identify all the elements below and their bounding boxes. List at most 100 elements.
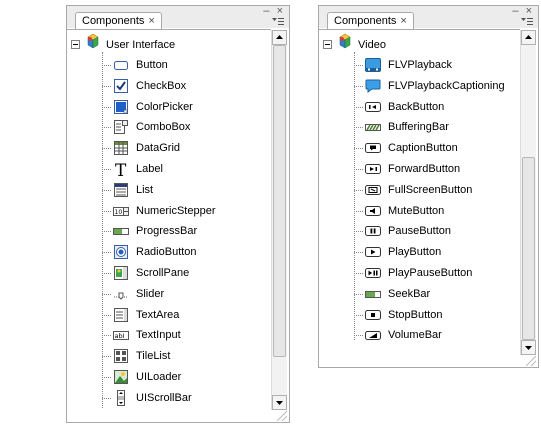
components-cube-icon xyxy=(85,33,101,55)
tree-branch-line xyxy=(354,314,363,316)
numericstepper-icon: 10 xyxy=(113,206,129,216)
component-item-label: VolumeBar xyxy=(388,329,442,342)
tab-components[interactable]: Components × xyxy=(75,12,162,29)
scroll-thumb[interactable] xyxy=(273,45,286,357)
progressbar-icon xyxy=(113,228,129,236)
checkbox-icon xyxy=(114,78,128,93)
scroll-down-button[interactable] xyxy=(521,340,536,355)
datagrid-icon xyxy=(114,141,128,156)
panel-menu-icon[interactable] xyxy=(521,18,533,27)
component-item-label: UILoader xyxy=(136,371,182,383)
tree-branch-line xyxy=(102,293,111,295)
tree-branch-line xyxy=(354,210,363,212)
collapse-icon[interactable] xyxy=(323,39,332,49)
component-item-label: PauseButton xyxy=(388,225,451,238)
tree-branch-line xyxy=(102,397,111,399)
tree-branch-line xyxy=(102,189,111,191)
tree-branch-line xyxy=(102,85,111,87)
combobox-icon xyxy=(114,120,128,135)
components-panel-user-interface: Components × – × User Interface Button Che… xyxy=(66,5,290,423)
captioning-icon xyxy=(365,79,381,93)
tree-branch-line xyxy=(354,252,363,254)
seekbar-icon xyxy=(365,290,381,298)
component-item-label: SeekBar xyxy=(388,287,431,300)
component-item-label: ColorPicker xyxy=(136,100,193,113)
tree-branch-line xyxy=(102,314,111,316)
tree-branch-line xyxy=(354,273,363,274)
tab-close-icon[interactable]: × xyxy=(148,15,154,27)
component-tree: User Interface Button CheckBox ColorPicker… xyxy=(67,29,271,422)
collapse-icon[interactable] xyxy=(71,39,80,49)
svg-text:abI: abI xyxy=(115,332,125,340)
stop-button-icon xyxy=(365,309,381,320)
tree-branch-line xyxy=(354,169,363,170)
caption-button-icon xyxy=(365,143,381,154)
uiloader-icon xyxy=(114,370,128,384)
textarea-icon xyxy=(114,307,128,322)
slider-icon xyxy=(114,292,128,300)
tree-branch-line xyxy=(102,106,111,108)
component-item-label: NumericStepper xyxy=(136,204,216,217)
tree-branch-line xyxy=(354,189,363,191)
component-item-label: PlayPauseButton xyxy=(388,267,473,279)
resize-grip[interactable] xyxy=(277,411,287,421)
arrow-up-icon xyxy=(276,35,283,39)
playpause-button-icon xyxy=(365,268,381,278)
scroll-up-button[interactable] xyxy=(272,30,287,45)
components-cube-icon xyxy=(337,33,353,55)
label-icon: T xyxy=(115,161,127,177)
pause-button-icon xyxy=(365,226,381,237)
arrow-down-icon xyxy=(525,346,532,350)
tree-branch-line xyxy=(102,210,111,212)
component-item-label: Button xyxy=(136,59,168,71)
back-button-icon xyxy=(365,101,381,112)
tree-connector xyxy=(102,52,103,408)
component-item-label: BackButton xyxy=(388,100,445,113)
tree-branch-line xyxy=(102,273,111,274)
bufferingbar-icon xyxy=(365,124,381,132)
tab-label: Components xyxy=(334,15,397,27)
component-item-label: FLVPlayback xyxy=(388,59,452,71)
tree-branch-line xyxy=(354,65,363,66)
component-item-label: TextInput xyxy=(136,329,181,342)
tree-branch-line xyxy=(354,148,363,150)
tree-branch-line xyxy=(354,85,363,87)
scroll-up-button[interactable] xyxy=(521,30,536,45)
fullscreen-button-icon xyxy=(365,184,381,195)
tree-folder-user-interface[interactable]: User Interface xyxy=(71,33,176,55)
tree-connector xyxy=(354,52,355,340)
component-item-label: Label xyxy=(136,163,163,175)
arrow-down-icon xyxy=(276,401,283,405)
component-item-label: DataGrid xyxy=(136,142,181,155)
component-item-label: ScrollPane xyxy=(136,267,190,279)
uiscrollbar-icon xyxy=(117,389,125,406)
window-controls[interactable]: – × xyxy=(263,5,285,17)
component-item-label: UIScrollBar xyxy=(136,391,192,404)
tree-branch-line xyxy=(354,127,363,129)
resize-grip[interactable] xyxy=(526,356,536,366)
play-button-icon xyxy=(365,247,381,258)
tree-branch-line xyxy=(354,231,363,233)
vertical-scrollbar[interactable] xyxy=(520,30,536,355)
mute-button-icon xyxy=(365,205,381,216)
scroll-down-button[interactable] xyxy=(272,395,287,410)
tab-label: Components xyxy=(82,15,145,27)
tree-root-label: Video xyxy=(358,38,386,51)
tree-branch-line xyxy=(102,356,111,358)
tab-close-icon[interactable]: × xyxy=(400,15,406,27)
component-item-label: ProgressBar xyxy=(136,225,198,238)
panel-menu-icon[interactable] xyxy=(272,18,284,27)
vertical-scrollbar[interactable] xyxy=(271,30,287,410)
tree-branch-line xyxy=(102,335,111,337)
scroll-thumb[interactable] xyxy=(522,157,535,340)
tree-root-label: User Interface xyxy=(106,38,176,51)
window-controls[interactable]: – × xyxy=(512,5,534,17)
tree-folder-video[interactable]: Video xyxy=(323,33,386,55)
component-item-label: ForwardButton xyxy=(388,163,461,175)
textinput-icon: abI xyxy=(113,331,129,341)
component-item-label: CaptionButton xyxy=(388,142,458,155)
component-item-label: RadioButton xyxy=(136,246,197,259)
radiobutton-icon xyxy=(114,245,128,260)
tab-components[interactable]: Components × xyxy=(327,12,414,29)
tree-branch-line xyxy=(354,293,363,295)
